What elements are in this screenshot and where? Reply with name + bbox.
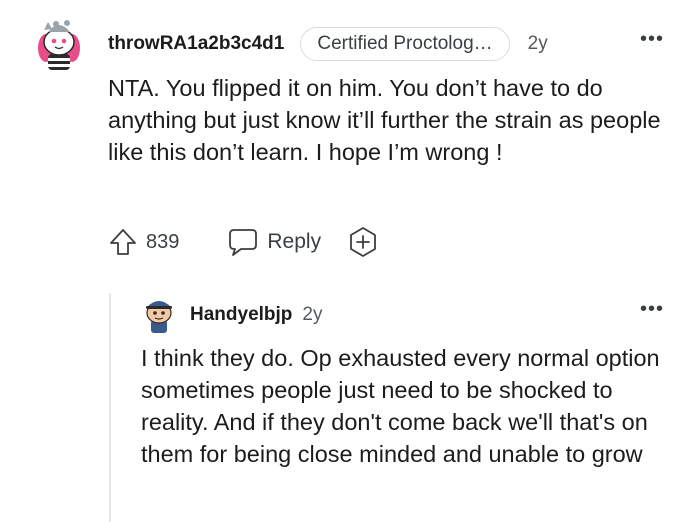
reply-body: I think they do. Op exhausted every norm… bbox=[141, 345, 660, 467]
comment-thread: throwRA1a2b3c4d1 Certified Proctolog… 2y… bbox=[0, 0, 700, 522]
upvote-arrow-icon bbox=[110, 229, 136, 255]
reply-user-avatar[interactable] bbox=[142, 294, 176, 334]
vote-count: 839 bbox=[146, 230, 180, 253]
user-flair: Certified Proctolog… bbox=[300, 27, 510, 61]
snoo-avatar-icon bbox=[146, 301, 172, 333]
reply-username-link[interactable]: Handyelbjp bbox=[190, 304, 292, 326]
timestamp[interactable]: 2y bbox=[528, 33, 548, 55]
reply-timestamp[interactable]: 2y bbox=[302, 304, 322, 326]
more-options-button[interactable]: ••• bbox=[640, 28, 664, 51]
username-link[interactable]: throwRA1a2b3c4d1 bbox=[108, 33, 284, 55]
add-award-icon bbox=[350, 227, 376, 257]
comment-actions: 839 Reply bbox=[108, 224, 379, 260]
award-button[interactable] bbox=[347, 226, 379, 258]
upvote-button[interactable]: 839 bbox=[108, 227, 179, 257]
reply-label: Reply bbox=[267, 230, 322, 253]
user-avatar[interactable] bbox=[34, 14, 84, 72]
reply-button[interactable]: Reply bbox=[227, 227, 321, 257]
snoo-avatar-icon bbox=[38, 20, 80, 70]
speech-bubble-icon bbox=[229, 229, 258, 256]
reply-meta: Handyelbjp 2y bbox=[190, 300, 322, 330]
comment-meta: throwRA1a2b3c4d1 Certified Proctolog… 2y bbox=[108, 27, 548, 61]
comment-body: NTA. You flipped it on him. You don’t ha… bbox=[108, 75, 661, 165]
reply-more-options-button[interactable]: ••• bbox=[640, 298, 664, 321]
thread-line[interactable] bbox=[109, 293, 111, 522]
